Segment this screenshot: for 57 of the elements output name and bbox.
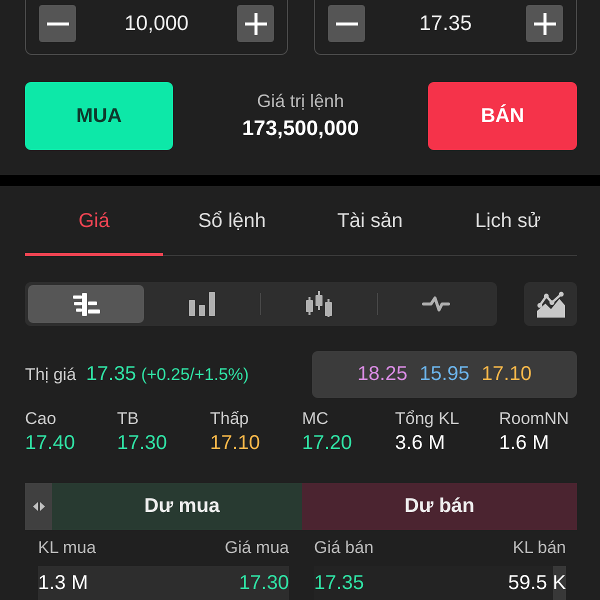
- bar-chart-icon: [189, 292, 215, 316]
- tab[interactable]: Sổ lệnh: [163, 186, 301, 256]
- stat-value: 17.40: [25, 431, 76, 456]
- stat-label: Tổng KL: [395, 408, 460, 430]
- minus-icon: [46, 22, 68, 26]
- left-right-arrows-icon: [32, 502, 44, 511]
- last-price-label: Thị giá: [25, 365, 76, 385]
- ask-price: 17.35: [314, 572, 364, 594]
- price-field[interactable]: 17.35: [314, 0, 577, 55]
- increase-button[interactable]: [526, 5, 563, 42]
- quantity-value: 10,000: [123, 11, 190, 37]
- column-header: Giá bán: [314, 538, 374, 558]
- reference-price: 18.25: [357, 363, 408, 386]
- buy-button[interactable]: MUA: [25, 82, 173, 150]
- stat-label: MC: [302, 408, 328, 430]
- decrease-button[interactable]: [328, 5, 365, 42]
- stat-value: 17.10: [210, 431, 260, 456]
- reference-price: 17.10: [482, 363, 532, 386]
- minus-icon: [336, 22, 358, 26]
- reference-price: 15.95: [419, 363, 470, 386]
- area-chart-icon: [536, 290, 564, 318]
- ask-volume: 59.5 K: [508, 572, 566, 594]
- stat-label: RoomNN: [499, 408, 569, 430]
- pulse-line-icon: [422, 296, 450, 312]
- quantity-field[interactable]: 10,000: [25, 0, 288, 55]
- column-header: KL bán: [512, 538, 566, 558]
- chart-mode-button[interactable]: [28, 285, 144, 323]
- stat-label: Cao: [25, 408, 56, 430]
- last-price: 17.35: [86, 363, 136, 386]
- plus-icon: [244, 12, 266, 34]
- toggle-button[interactable]: [25, 483, 52, 530]
- price-ladder-icon: [72, 292, 100, 316]
- sell-button[interactable]: BÁN: [428, 82, 577, 150]
- order-value-label: Giá trị lệnh: [256, 91, 344, 112]
- order-value: 173,500,000: [242, 117, 359, 141]
- stat-label: TB: [117, 408, 139, 430]
- price-value: 17.35: [418, 11, 473, 37]
- price-change: (+0.25/+1.5%): [141, 365, 249, 385]
- stat-value: 1.6 M: [499, 431, 550, 456]
- tab[interactable]: Giá: [25, 186, 163, 256]
- column-header: KL mua: [38, 538, 96, 558]
- bid-price: 17.30: [238, 572, 289, 594]
- decrease-button[interactable]: [39, 5, 76, 42]
- candlestick-icon: [306, 291, 332, 317]
- stat-value: 3.6 M: [395, 431, 446, 456]
- bid-header: Dư mua: [52, 483, 302, 530]
- plus-icon: [534, 12, 556, 34]
- ask-header: Dư bán: [302, 483, 577, 530]
- stat-label: Thấp: [210, 408, 249, 430]
- bid-volume: 1.3 M: [38, 572, 88, 594]
- tab[interactable]: Lịch sử: [439, 186, 577, 256]
- increase-button[interactable]: [237, 5, 274, 42]
- stat-value: 17.20: [302, 431, 352, 456]
- column-header: Giá mua: [224, 538, 289, 558]
- chart-button[interactable]: [524, 282, 577, 326]
- tab[interactable]: Tài sản: [301, 186, 439, 256]
- stat-value: 17.30: [117, 431, 168, 456]
